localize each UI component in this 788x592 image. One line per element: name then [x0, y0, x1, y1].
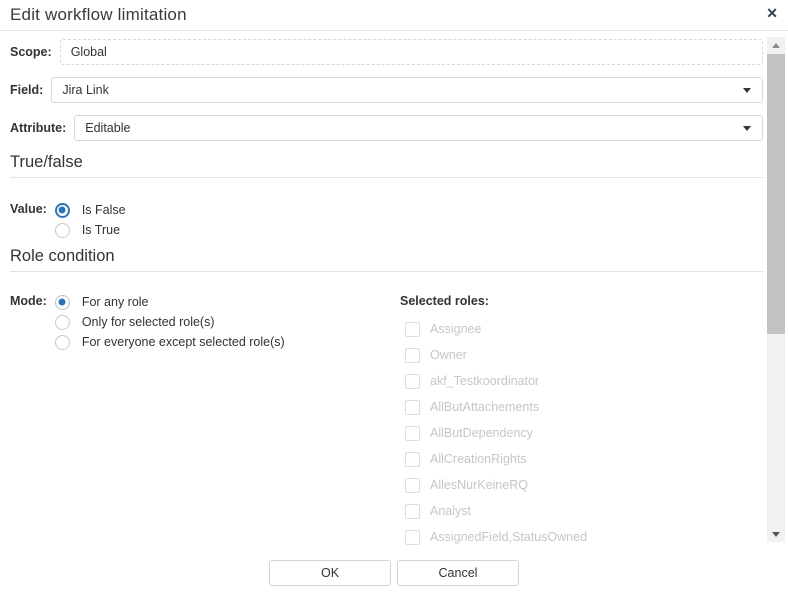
- mode-radio-option[interactable]: For any role: [55, 294, 285, 310]
- mode-column: Mode: For any role Only for selected rol…: [10, 294, 400, 550]
- role-checkbox: [405, 530, 420, 545]
- role-list-item: AllButDependency: [400, 420, 763, 446]
- value-radio-option[interactable]: Is False: [55, 202, 126, 218]
- value-radio-option[interactable]: Is True: [55, 222, 126, 238]
- value-row: Value: Is False Is True: [10, 202, 763, 238]
- radio-icon[interactable]: [55, 335, 70, 350]
- triangle-up-icon: [772, 43, 780, 48]
- role-list-item: AssignedField,StatusOwned: [400, 524, 763, 550]
- ok-button[interactable]: OK: [269, 560, 391, 586]
- role-checkbox: [405, 348, 420, 363]
- close-icon[interactable]: ✕: [766, 6, 778, 20]
- role-checkbox: [405, 478, 420, 493]
- radio-icon[interactable]: [55, 295, 70, 310]
- role-checkbox-label: Assignee: [430, 322, 481, 336]
- scroll-down-button[interactable]: [767, 526, 785, 542]
- radio-icon[interactable]: [55, 203, 70, 218]
- mode-label: Mode:: [10, 294, 47, 550]
- selected-roles-heading: Selected roles:: [400, 294, 763, 308]
- attribute-label: Attribute:: [10, 121, 66, 135]
- selected-roles-column: Selected roles: Assignee Owner: [400, 294, 763, 550]
- radio-label: Only for selected role(s): [82, 315, 215, 329]
- mode-radio-group: For any role Only for selected role(s) F…: [55, 294, 285, 550]
- role-list-item: Analyst: [400, 498, 763, 524]
- field-row: Field: Jira Link: [10, 77, 763, 103]
- role-checkbox: [405, 374, 420, 389]
- radio-label: For any role: [82, 295, 149, 309]
- field-label: Field:: [10, 83, 43, 97]
- field-select-value: Jira Link: [62, 83, 109, 97]
- scroll-up-button[interactable]: [767, 37, 785, 53]
- field-select[interactable]: Jira Link: [51, 77, 763, 103]
- role-list-item: AllesNurKeineRQ: [400, 472, 763, 498]
- role-condition-section-heading: Role condition: [10, 247, 763, 272]
- role-checkbox-label: Owner: [430, 348, 467, 362]
- attribute-select[interactable]: Editable: [74, 115, 763, 141]
- role-checkbox-label: AssignedField,StatusOwned: [430, 530, 587, 544]
- role-checkbox: [405, 426, 420, 441]
- chevron-down-icon: [743, 126, 751, 131]
- true-false-section-heading: True/false: [10, 153, 763, 178]
- role-checkbox: [405, 322, 420, 337]
- radio-label: For everyone except selected role(s): [82, 335, 285, 349]
- value-label: Value:: [10, 202, 47, 238]
- mode-radio-option[interactable]: For everyone except selected role(s): [55, 334, 285, 350]
- edit-workflow-limitation-dialog: Edit workflow limitation ✕ Scope: Global…: [0, 0, 788, 31]
- triangle-down-icon: [772, 532, 780, 537]
- role-list-item: Owner: [400, 342, 763, 368]
- role-list-item: akf_Testkoordinator: [400, 368, 763, 394]
- cancel-button[interactable]: Cancel: [397, 560, 519, 586]
- page-title: Edit workflow limitation: [10, 5, 187, 25]
- role-list-item: AllButAttachements: [400, 394, 763, 420]
- role-checkbox: [405, 400, 420, 415]
- role-checkbox-label: AllCreationRights: [430, 452, 527, 466]
- radio-icon[interactable]: [55, 315, 70, 330]
- dialog-footer: OK Cancel: [0, 560, 788, 586]
- scope-input[interactable]: Global: [60, 39, 763, 65]
- dialog-header: Edit workflow limitation: [0, 0, 788, 31]
- attribute-row: Attribute: Editable: [10, 115, 763, 141]
- scope-label: Scope:: [10, 45, 52, 59]
- chevron-down-icon: [743, 88, 751, 93]
- role-condition-body: Mode: For any role Only for selected rol…: [10, 294, 763, 550]
- role-list-item: AllCreationRights: [400, 446, 763, 472]
- role-checkbox: [405, 504, 420, 519]
- scrollbar-thumb[interactable]: [767, 54, 785, 334]
- role-checkbox-label: AllesNurKeineRQ: [430, 478, 528, 492]
- dialog-body: Scope: Global Field: Jira Link Attribute…: [0, 32, 763, 550]
- role-checkbox: [405, 452, 420, 467]
- role-checkbox-label: akf_Testkoordinator: [430, 374, 539, 388]
- role-list-item: Assignee: [400, 316, 763, 342]
- value-radio-group: Is False Is True: [55, 202, 126, 238]
- radio-icon[interactable]: [55, 223, 70, 238]
- scope-row: Scope: Global: [10, 39, 763, 65]
- role-checkbox-label: Analyst: [430, 504, 471, 518]
- mode-radio-option[interactable]: Only for selected role(s): [55, 314, 285, 330]
- radio-label: Is False: [82, 203, 126, 217]
- role-checkbox-label: AllButAttachements: [430, 400, 539, 414]
- role-checkbox-label: AllButDependency: [430, 426, 533, 440]
- scrollbar[interactable]: [767, 37, 785, 542]
- radio-label: Is True: [82, 223, 120, 237]
- attribute-select-value: Editable: [85, 121, 130, 135]
- roles-list: Assignee Owner akf_Testkoordinator: [400, 316, 763, 550]
